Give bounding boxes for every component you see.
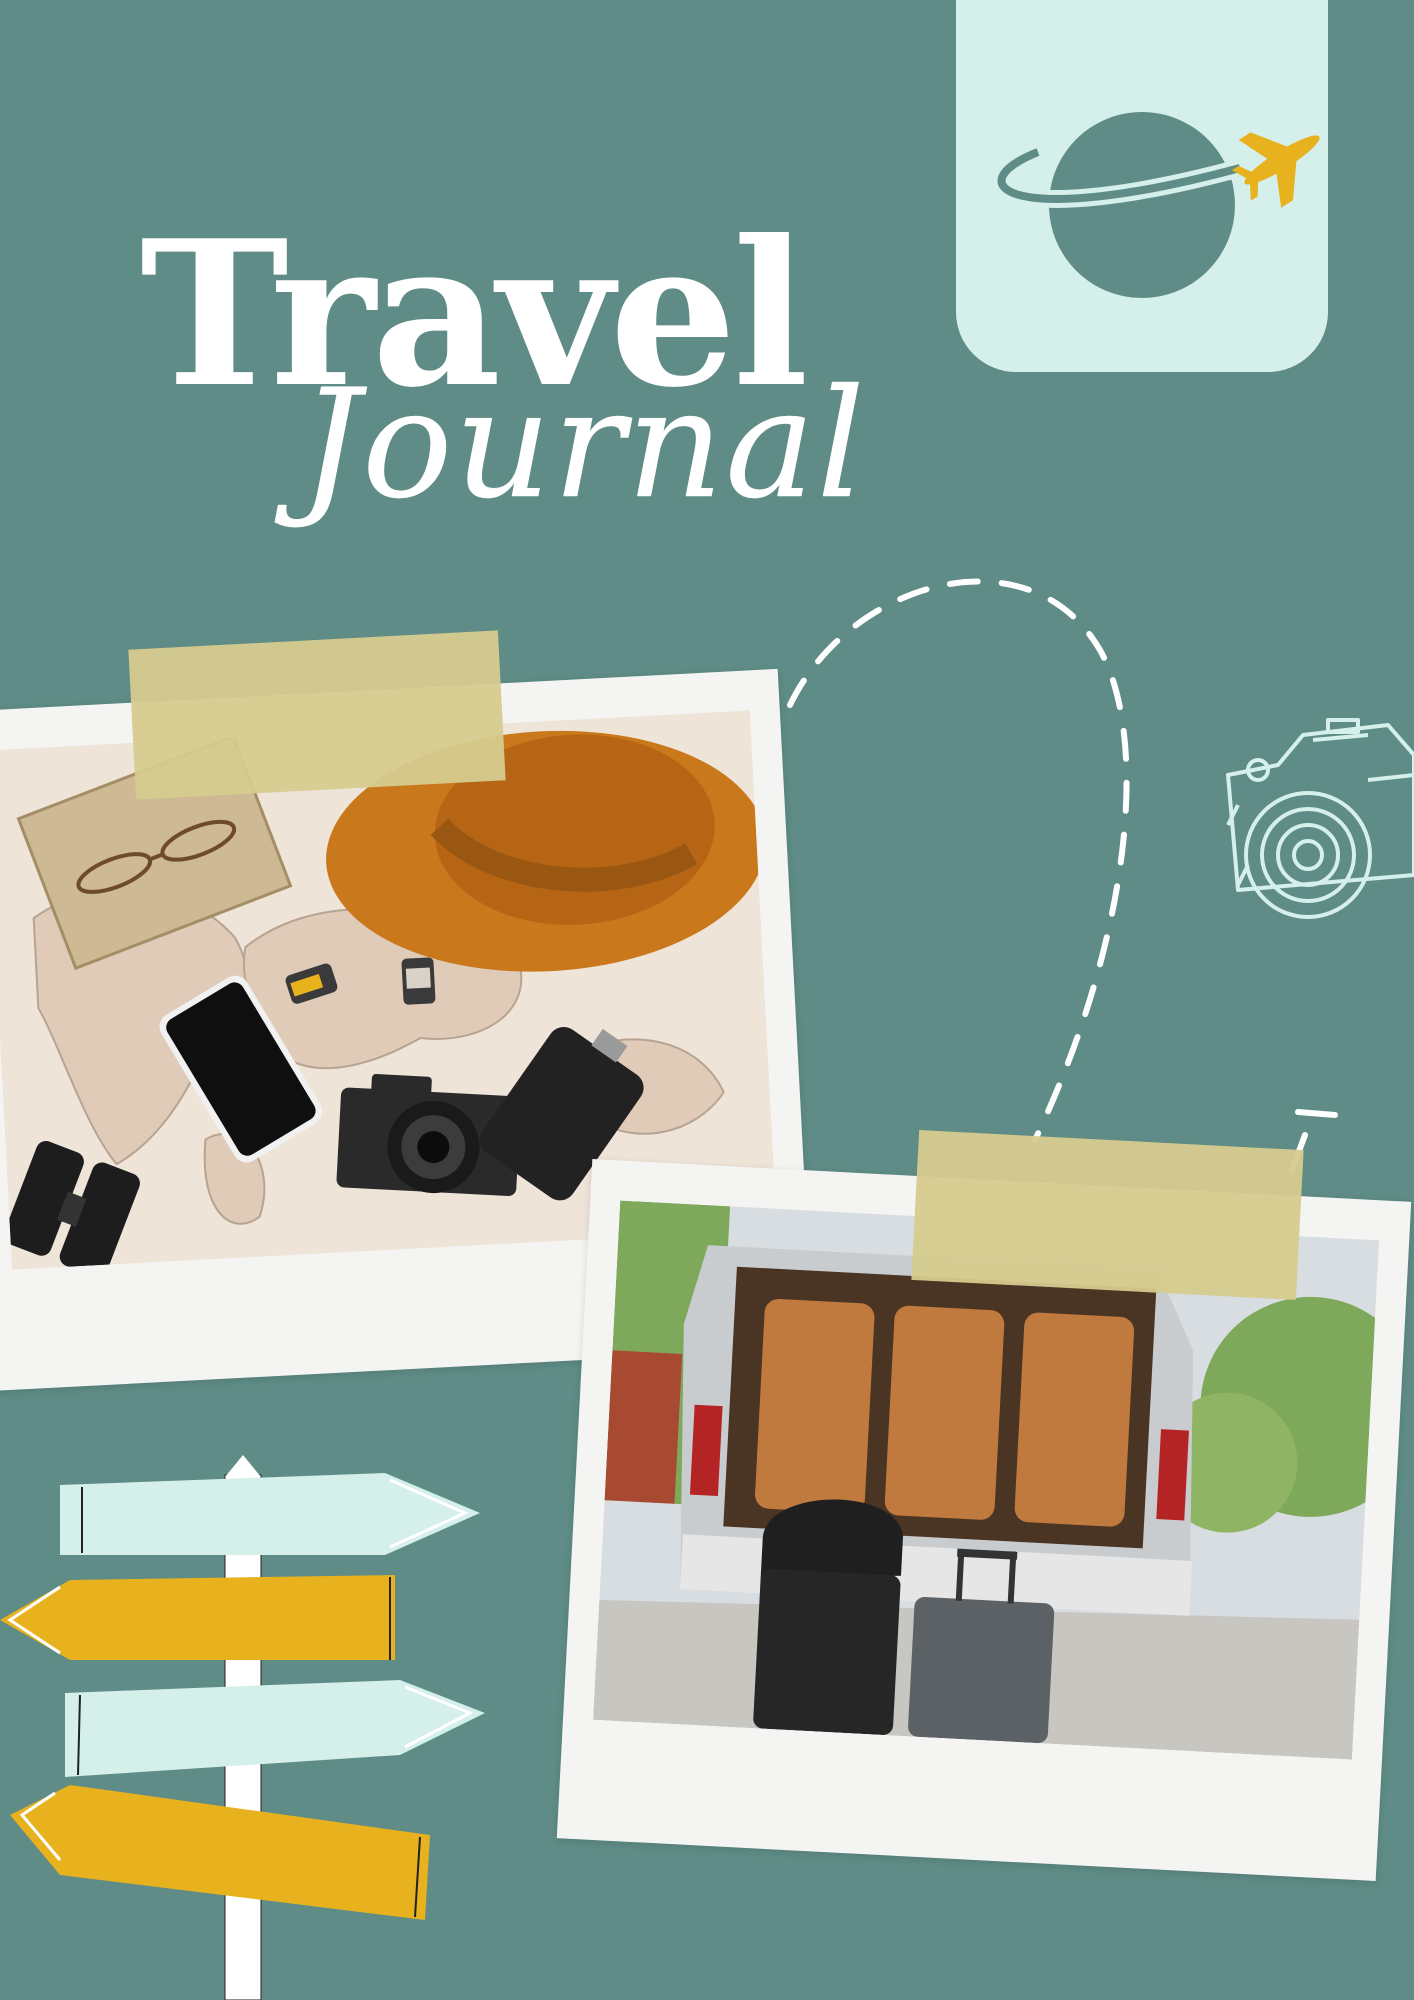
washi-tape — [911, 1130, 1304, 1300]
title-journal: Journal — [300, 358, 867, 532]
planet-with-airplane-icon — [992, 112, 1320, 298]
direction-signpost-icon — [0, 1455, 485, 2000]
camera-outline-icon — [1226, 718, 1414, 919]
travel-journal-cover: Travel Journal — [0, 0, 1414, 2000]
washi-tape — [128, 630, 506, 800]
